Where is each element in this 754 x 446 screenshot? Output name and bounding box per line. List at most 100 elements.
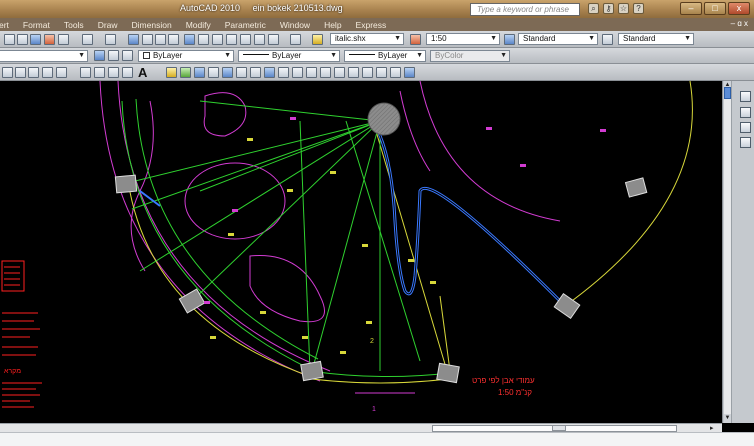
text-style-icon[interactable] bbox=[312, 34, 323, 45]
trim-icon[interactable] bbox=[292, 67, 303, 78]
rotate-icon[interactable] bbox=[250, 67, 261, 78]
star-icon[interactable]: ☆ bbox=[618, 3, 629, 14]
properties-match-icon[interactable] bbox=[404, 67, 415, 78]
search-input[interactable]: Type a keyword or phrase bbox=[470, 3, 580, 16]
layer-manager-icon[interactable] bbox=[122, 50, 133, 61]
scroll-thumb[interactable] bbox=[724, 87, 731, 99]
layer-state-icon[interactable] bbox=[94, 50, 105, 61]
qnew-icon[interactable] bbox=[4, 34, 15, 45]
hatch-icon[interactable] bbox=[80, 67, 91, 78]
mirror-icon[interactable] bbox=[194, 67, 205, 78]
menu-draw[interactable]: Draw bbox=[98, 20, 118, 30]
layer-isolate-icon[interactable] bbox=[740, 107, 751, 118]
revcloud-icon[interactable] bbox=[42, 67, 53, 78]
scale-icon[interactable] bbox=[264, 67, 275, 78]
gradient-icon[interactable] bbox=[94, 67, 105, 78]
menu-dimension[interactable]: Dimension bbox=[132, 20, 172, 30]
plot-icon[interactable] bbox=[44, 34, 55, 45]
table-style-select[interactable]: Standard ▼ bbox=[618, 33, 694, 45]
legend-block-middle bbox=[2, 312, 40, 356]
drawing-canvas[interactable]: 1 עמודי אבן לפי פרט קנ"מ 1:50 מקרא 2 bbox=[0, 81, 722, 423]
chamfer-icon[interactable] bbox=[348, 67, 359, 78]
tool-palettes-icon[interactable] bbox=[212, 34, 223, 45]
properties-icon[interactable] bbox=[184, 34, 195, 45]
layer-select[interactable]: ▼ bbox=[0, 50, 88, 62]
menu-insert[interactable]: ert bbox=[0, 20, 9, 30]
vertical-scrollbar[interactable]: ▲ ▼ bbox=[724, 81, 732, 423]
key-icon[interactable]: ⚷ bbox=[603, 3, 614, 14]
yellow-arc-bottom bbox=[311, 378, 449, 384]
minimize-button[interactable]: – bbox=[680, 2, 702, 15]
chevron-down-icon: ▼ bbox=[416, 52, 423, 59]
markup-icon[interactable] bbox=[240, 34, 251, 45]
multileader-style-icon[interactable] bbox=[602, 34, 613, 45]
layer-previous-icon[interactable] bbox=[108, 50, 119, 61]
color-select[interactable]: ByLayer ▼ bbox=[138, 50, 234, 62]
horizontal-scrollbar[interactable]: ◂ ▸ bbox=[0, 423, 722, 432]
open-icon[interactable] bbox=[17, 34, 28, 45]
sheet-set-icon[interactable] bbox=[226, 34, 237, 45]
zoom-realtime-icon[interactable] bbox=[142, 34, 153, 45]
scroll-down-icon[interactable]: ▼ bbox=[724, 414, 731, 423]
restore-button[interactable]: □ bbox=[704, 2, 726, 15]
linetype-select[interactable]: ByLayer ▼ bbox=[238, 50, 340, 62]
menu-modify[interactable]: Modify bbox=[186, 20, 211, 30]
circle-icon[interactable] bbox=[15, 67, 26, 78]
extend-icon[interactable] bbox=[306, 67, 317, 78]
redo-icon[interactable] bbox=[105, 34, 116, 45]
undo-icon[interactable] bbox=[82, 34, 93, 45]
close-button[interactable]: x bbox=[728, 2, 750, 15]
dim-style-icon[interactable] bbox=[410, 34, 421, 45]
layer-off-icon[interactable] bbox=[740, 137, 751, 148]
region-icon[interactable] bbox=[108, 67, 119, 78]
copy-icon[interactable] bbox=[180, 67, 191, 78]
move-icon[interactable] bbox=[236, 67, 247, 78]
pan-icon[interactable] bbox=[128, 34, 139, 45]
plot-style-select[interactable]: ByColor ▼ bbox=[430, 50, 510, 62]
offset-icon[interactable] bbox=[208, 67, 219, 78]
lineweight-select[interactable]: ByLayer ▼ bbox=[344, 50, 426, 62]
window-controls: – □ x bbox=[680, 2, 750, 15]
publish-icon[interactable] bbox=[58, 34, 69, 45]
plot-style-value: ByColor bbox=[435, 51, 464, 60]
right-panel: ▲ ▼ bbox=[722, 81, 754, 423]
ellipse-icon[interactable] bbox=[56, 67, 67, 78]
quickcalc-icon[interactable] bbox=[254, 34, 265, 45]
layer-freeze-icon[interactable] bbox=[740, 122, 751, 133]
erase-icon[interactable] bbox=[166, 67, 177, 78]
stretch-icon[interactable] bbox=[278, 67, 289, 78]
design-center-icon[interactable] bbox=[198, 34, 209, 45]
blend-icon[interactable] bbox=[376, 67, 387, 78]
zoom-window-icon[interactable] bbox=[155, 34, 166, 45]
binoculars-icon[interactable]: ⌕ bbox=[588, 3, 599, 14]
table-style-icon[interactable] bbox=[504, 34, 515, 45]
menu-tools[interactable]: Tools bbox=[64, 20, 84, 30]
array-icon[interactable] bbox=[222, 67, 233, 78]
zoom-previous-icon[interactable] bbox=[168, 34, 179, 45]
dim-style-select[interactable]: Standard ▼ bbox=[518, 33, 598, 45]
help-toolbar-icon[interactable] bbox=[290, 34, 301, 45]
dim-scale-select[interactable]: 1:50 ▼ bbox=[426, 33, 500, 45]
menu-express[interactable]: Express bbox=[356, 20, 387, 30]
scroll-grip-icon[interactable] bbox=[552, 425, 566, 431]
document-window-controls[interactable]: – ɑ x bbox=[731, 19, 748, 28]
polyline-icon[interactable] bbox=[2, 67, 13, 78]
menu-parametric[interactable]: Parametric bbox=[225, 20, 266, 30]
fillet-icon[interactable] bbox=[362, 67, 373, 78]
calculator-icon[interactable] bbox=[268, 34, 279, 45]
text-style-select[interactable]: italic.shx ▼ bbox=[330, 33, 404, 45]
menu-window[interactable]: Window bbox=[280, 20, 310, 30]
mtext-icon[interactable]: A bbox=[138, 65, 147, 80]
menu-format[interactable]: Format bbox=[23, 20, 50, 30]
break-icon[interactable] bbox=[320, 67, 331, 78]
help-icon[interactable]: ? bbox=[633, 3, 644, 14]
explode-icon[interactable] bbox=[390, 67, 401, 78]
arc-icon[interactable] bbox=[28, 67, 39, 78]
menu-help[interactable]: Help bbox=[324, 20, 341, 30]
scroll-right-icon[interactable]: ▸ bbox=[710, 424, 714, 432]
join-icon[interactable] bbox=[334, 67, 345, 78]
layer-walk-icon[interactable] bbox=[740, 91, 751, 102]
save-icon[interactable] bbox=[30, 34, 41, 45]
cad-drawing[interactable]: 1 עמודי אבן לפי פרט קנ"מ 1:50 מקרא 2 bbox=[0, 81, 722, 423]
table-icon[interactable] bbox=[122, 67, 133, 78]
